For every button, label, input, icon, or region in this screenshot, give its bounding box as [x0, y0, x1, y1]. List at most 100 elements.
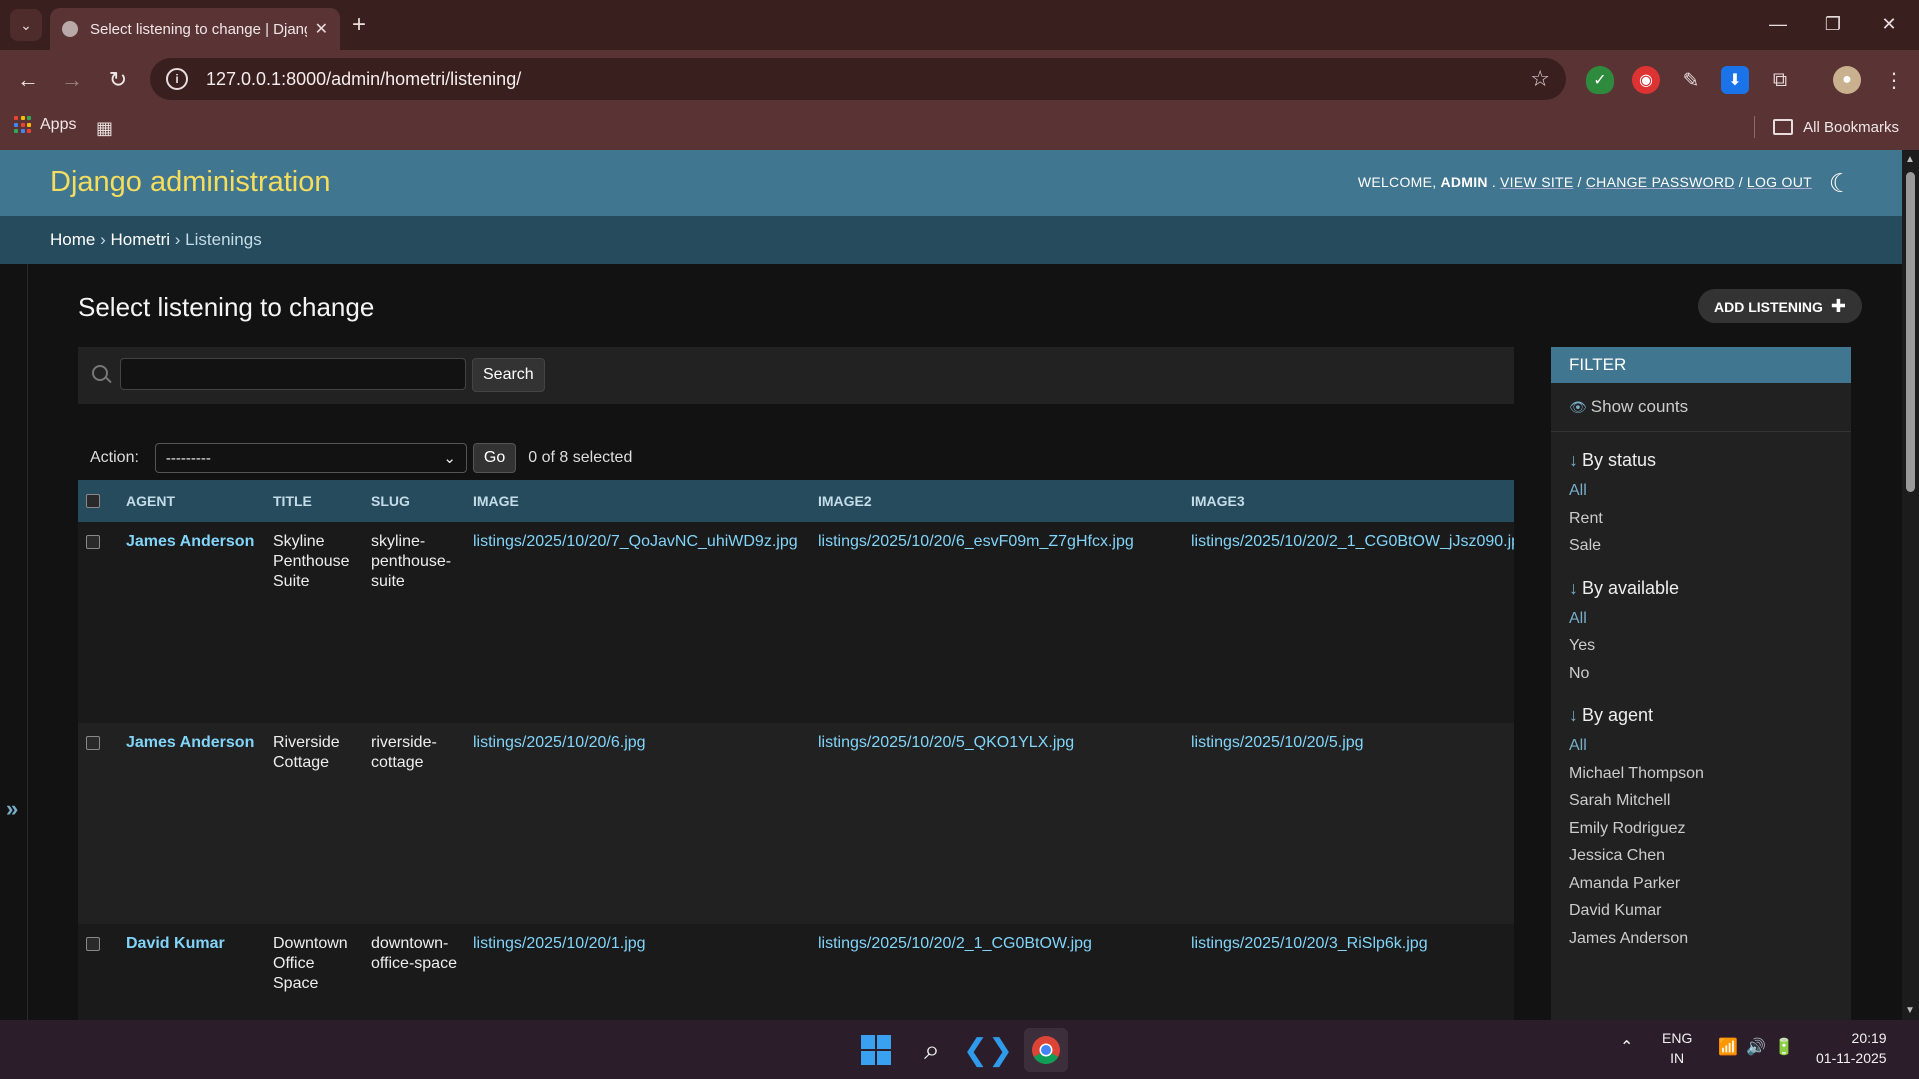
- reload-button[interactable]: ↻: [102, 64, 134, 96]
- filter-title: FILTER: [1551, 347, 1851, 383]
- all-bookmarks-button[interactable]: All Bookmarks: [1754, 116, 1899, 138]
- site-info-icon[interactable]: i: [166, 68, 188, 90]
- chrome-icon[interactable]: [1024, 1028, 1068, 1072]
- filter-option[interactable]: Rent: [1569, 505, 1833, 533]
- eye-icon: 👁: [1569, 399, 1587, 415]
- filter-option[interactable]: Yes: [1569, 632, 1833, 660]
- download-extension-icon[interactable]: ⬇: [1721, 66, 1749, 94]
- bookmark-apps[interactable]: Apps: [14, 116, 76, 134]
- image2-link[interactable]: listings/2025/10/20/6_esvF09m_Z7gHfcx.jp…: [818, 533, 1134, 550]
- address-bar[interactable]: i 127.0.0.1:8000/admin/hometri/listening…: [150, 58, 1566, 100]
- back-button[interactable]: ←: [12, 64, 44, 96]
- shield-extension-icon[interactable]: ✓: [1586, 66, 1614, 94]
- agent-link[interactable]: David Kumar: [126, 935, 225, 952]
- filter-option[interactable]: Michael Thompson: [1569, 760, 1833, 788]
- breadcrumb-home[interactable]: Home: [50, 230, 95, 249]
- tab-groups-icon[interactable]: ▦: [96, 118, 116, 138]
- filter-option[interactable]: Sale: [1569, 532, 1833, 560]
- add-listening-button[interactable]: ADD LISTENING ✚: [1698, 289, 1862, 323]
- filter-heading-agent[interactable]: ↓ By agent: [1551, 687, 1851, 732]
- scroll-down-icon[interactable]: ▼: [1905, 1005, 1915, 1016]
- browser-tab-active[interactable]: Select listening to change | Django site…: [50, 8, 340, 50]
- tab-search-button[interactable]: ⌄: [10, 9, 42, 41]
- image-link[interactable]: listings/2025/10/20/1.jpg: [473, 935, 646, 952]
- row-checkbox[interactable]: [86, 937, 100, 951]
- nav-sidebar-toggle[interactable]: »: [0, 264, 28, 1020]
- url-text[interactable]: 127.0.0.1:8000/admin/hometri/listening/: [206, 69, 1530, 90]
- column-header-title[interactable]: Title: [265, 480, 363, 522]
- search-icon[interactable]: ⌕: [914, 1032, 950, 1068]
- action-select[interactable]: --------- ⌄: [154, 443, 467, 473]
- extension-icon[interactable]: ◉: [1632, 66, 1660, 94]
- language-indicator[interactable]: ENG IN: [1662, 1028, 1692, 1068]
- filter-option[interactable]: All: [1569, 477, 1833, 505]
- windows-start-icon[interactable]: [858, 1032, 894, 1068]
- column-header-slug[interactable]: Slug: [363, 480, 465, 522]
- search-icon: [92, 365, 108, 381]
- more-menu-icon[interactable]: ⋮: [1880, 66, 1908, 94]
- vscode-icon[interactable]: ❮❯: [963, 1032, 1013, 1068]
- username: ADMIN: [1440, 174, 1488, 190]
- extensions-puzzle-icon[interactable]: ⧉: [1766, 66, 1794, 94]
- filter-option[interactable]: Emily Rodriguez: [1569, 815, 1833, 843]
- image2-link[interactable]: listings/2025/10/20/2_1_CG0BtOW.jpg: [818, 935, 1092, 952]
- close-icon[interactable]: ✕: [315, 19, 328, 39]
- breadcrumb-app[interactable]: Hometri: [111, 230, 171, 249]
- moon-icon[interactable]: ☾: [1829, 168, 1852, 199]
- column-header-image3[interactable]: Image3: [1183, 480, 1514, 522]
- filter-heading-available[interactable]: ↓ By available: [1551, 560, 1851, 605]
- go-button[interactable]: Go: [472, 443, 517, 473]
- filter-option[interactable]: Amanda Parker: [1569, 870, 1833, 898]
- battery-icon[interactable]: 🔋: [1774, 1038, 1794, 1058]
- bookmark-star-icon[interactable]: ☆: [1530, 66, 1550, 92]
- image-link[interactable]: listings/2025/10/20/7_QoJavNC_uhiWD9z.jp…: [473, 533, 798, 550]
- restore-button[interactable]: ❐: [1810, 8, 1856, 40]
- row-checkbox[interactable]: [86, 535, 100, 549]
- filter-option[interactable]: All: [1569, 605, 1833, 633]
- filter-option[interactable]: Jessica Chen: [1569, 842, 1833, 870]
- filter-heading-status[interactable]: ↓ By status: [1551, 432, 1851, 477]
- profile-avatar[interactable]: ●: [1833, 66, 1861, 94]
- column-header-image2[interactable]: Image2: [810, 480, 1183, 522]
- search-input[interactable]: [120, 358, 466, 390]
- search-button[interactable]: Search: [472, 358, 545, 392]
- filter-option[interactable]: David Kumar: [1569, 897, 1833, 925]
- show-counts-link[interactable]: 👁 Show counts: [1551, 383, 1851, 432]
- image3-link[interactable]: listings/2025/10/20/3_RiSlp6k.jpg: [1191, 935, 1428, 952]
- agent-link[interactable]: James Anderson: [126, 734, 254, 751]
- image3-link[interactable]: listings/2025/10/20/5.jpg: [1191, 734, 1364, 751]
- scrollbar-thumb[interactable]: [1906, 172, 1915, 492]
- row-checkbox[interactable]: [86, 736, 100, 750]
- clock[interactable]: 20:19 01-11-2025: [1816, 1028, 1887, 1068]
- image2-link[interactable]: listings/2025/10/20/5_QKO1YLX.jpg: [818, 734, 1074, 751]
- image-link[interactable]: listings/2025/10/20/6.jpg: [473, 734, 646, 751]
- all-bookmarks-label: All Bookmarks: [1803, 118, 1899, 136]
- column-header-agent[interactable]: Agent: [118, 480, 265, 522]
- filter-option[interactable]: No: [1569, 660, 1833, 688]
- minimize-button[interactable]: —: [1755, 8, 1801, 40]
- filter-option[interactable]: James Anderson: [1569, 925, 1833, 953]
- divider: [1754, 116, 1756, 138]
- title-cell: Downtown Office Space: [265, 924, 363, 1020]
- image3-link[interactable]: listings/2025/10/20/2_1_CG0BtOW_jJsz090.…: [1191, 533, 1514, 550]
- filter-list-status: All Rent Sale: [1551, 477, 1851, 560]
- scroll-up-icon[interactable]: ▲: [1905, 154, 1915, 165]
- chevron-up-icon[interactable]: ⌃: [1620, 1038, 1633, 1058]
- forward-button[interactable]: →: [56, 64, 88, 96]
- site-branding[interactable]: Django administration: [50, 166, 330, 199]
- select-all-checkbox[interactable]: [86, 494, 100, 508]
- view-site-link[interactable]: VIEW SITE: [1500, 174, 1574, 190]
- close-window-button[interactable]: ✕: [1866, 8, 1912, 40]
- agent-link[interactable]: James Anderson: [126, 533, 254, 550]
- page-scrollbar[interactable]: ▲ ▼: [1902, 150, 1919, 1020]
- new-tab-button[interactable]: +: [352, 10, 366, 40]
- eyedropper-icon[interactable]: ✎: [1677, 66, 1705, 94]
- volume-icon[interactable]: 🔊: [1746, 1038, 1766, 1058]
- filter-option[interactable]: Sarah Mitchell: [1569, 787, 1833, 815]
- log-out-link[interactable]: LOG OUT: [1747, 174, 1812, 190]
- change-password-link[interactable]: CHANGE PASSWORD: [1586, 174, 1735, 190]
- double-chevron-right-icon: »: [6, 796, 19, 821]
- column-header-image[interactable]: Image: [465, 480, 810, 522]
- wifi-icon[interactable]: 📶: [1718, 1038, 1738, 1058]
- filter-option[interactable]: All: [1569, 732, 1833, 760]
